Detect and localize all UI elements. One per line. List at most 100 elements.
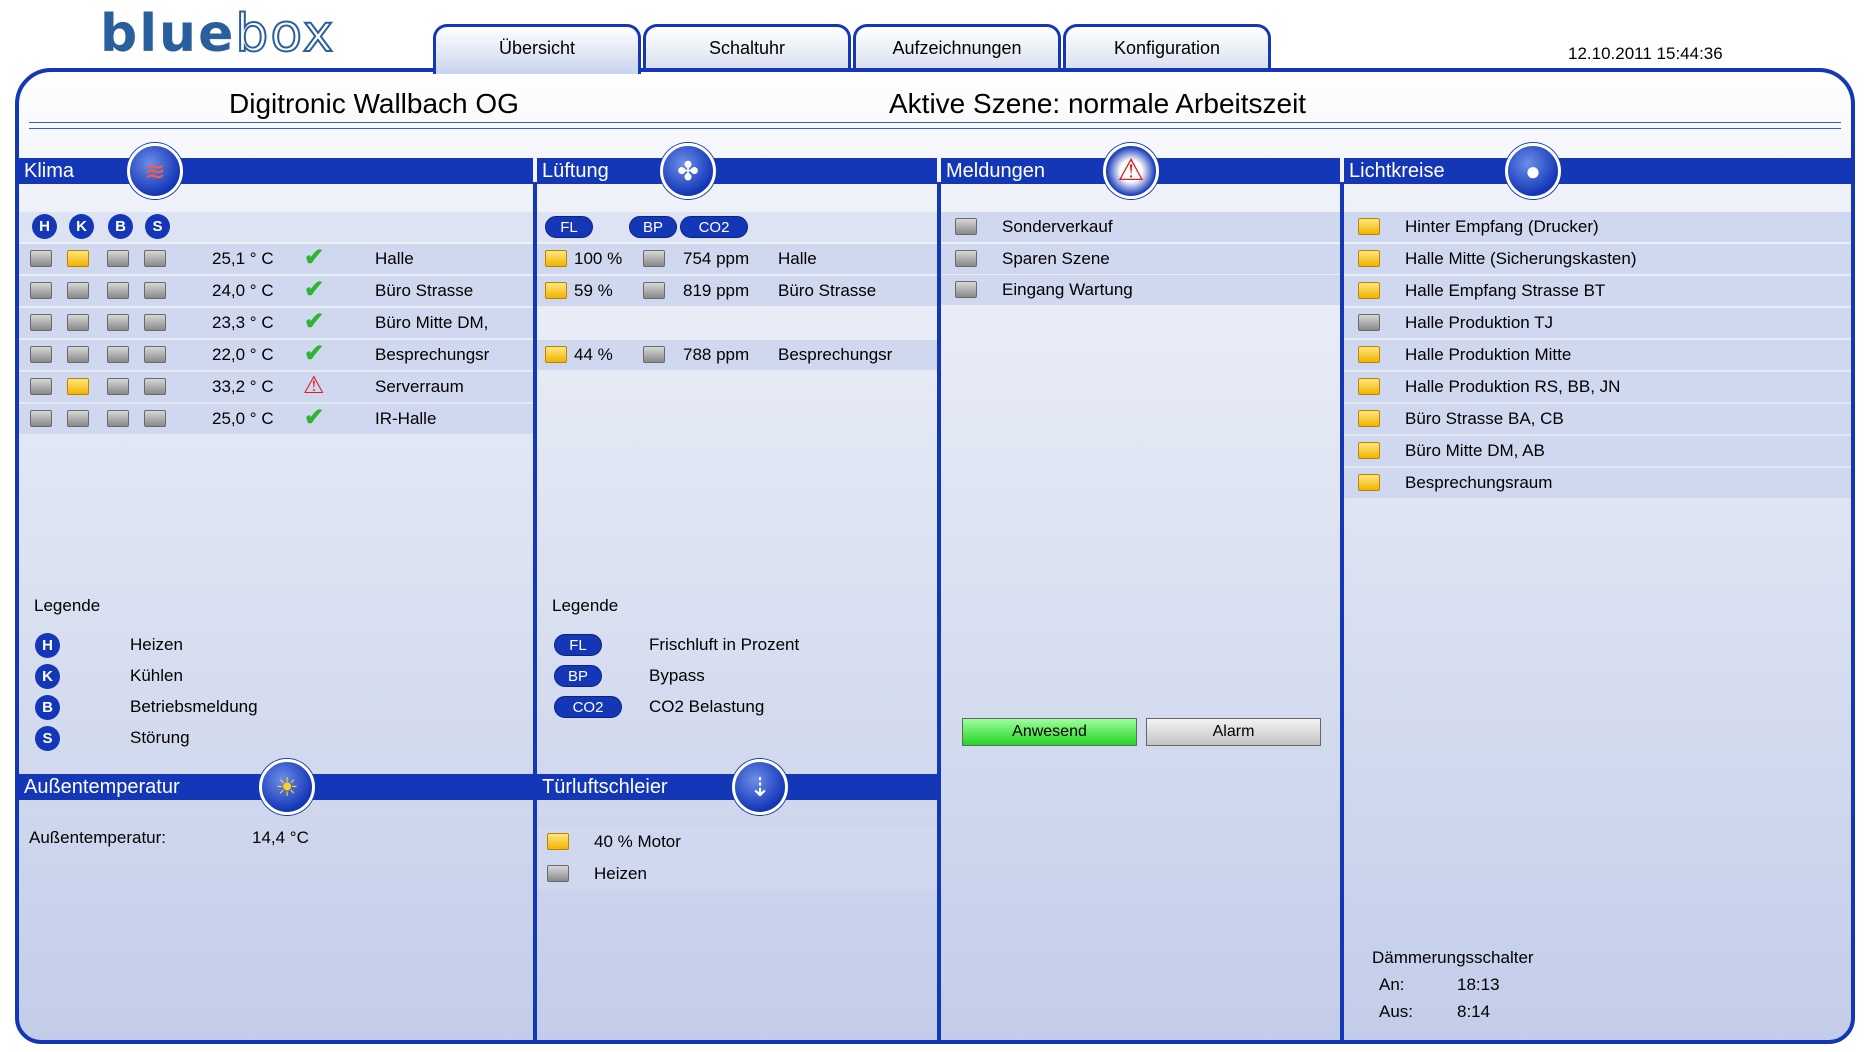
- tab-uebersicht[interactable]: Übersicht: [433, 24, 641, 74]
- klima-temp: 22,0 ° C: [212, 345, 274, 364]
- lichtkreis-label: Halle Produktion Mitte: [1405, 345, 1572, 364]
- badge-k: K: [69, 214, 94, 239]
- klima-temp: 24,0 ° C: [212, 281, 274, 300]
- klima-led: [107, 346, 129, 363]
- anwesend-button[interactable]: Anwesend: [962, 718, 1137, 746]
- tuer-led: [547, 833, 569, 850]
- lichtkreis-item[interactable]: Halle Produktion Mitte: [1344, 340, 1851, 370]
- tab-schaltuhr[interactable]: Schaltuhr: [643, 24, 851, 70]
- tuer-row: 40 % Motor: [537, 827, 937, 857]
- lichtkreis-item[interactable]: Hinter Empfang (Drucker): [1344, 212, 1851, 242]
- co2-value: 754 ppm: [683, 249, 750, 268]
- check-icon: ✔: [304, 276, 325, 303]
- lichtkreis-item[interactable]: Halle Mitte (Sicherungskasten): [1344, 244, 1851, 274]
- meldung-label: Eingang Wartung: [1002, 280, 1133, 299]
- lichtkreis-item[interactable]: Büro Mitte DM, AB: [1344, 436, 1851, 466]
- divider: [29, 122, 1841, 123]
- klima-led: [30, 410, 52, 427]
- klima-led: [107, 282, 129, 299]
- klima-led: [67, 410, 89, 427]
- check-icon: ✔: [304, 404, 325, 431]
- lichtkreise-header: Lichtkreise: [1344, 158, 1851, 184]
- klima-temp: 23,3 ° C: [212, 313, 274, 332]
- klima-led: [67, 346, 89, 363]
- active-scene: Aktive Szene: normale Arbeitszeit: [889, 88, 1307, 119]
- klima-led: [144, 346, 166, 363]
- tuer-label: 40 % Motor: [594, 832, 681, 851]
- aussen-value: 14,4 °C: [252, 828, 309, 847]
- badge-b: B: [108, 214, 133, 239]
- heat-waves-icon: ≋: [127, 143, 183, 199]
- klima-temp: 25,1 ° C: [212, 249, 274, 268]
- bp-led: [643, 346, 665, 363]
- daemmerung-an-label: An:: [1379, 975, 1405, 994]
- legend-text-stoerung: Störung: [130, 728, 190, 747]
- lueftung-legend-title: Legende: [552, 596, 619, 615]
- klima-legend-title: Legende: [34, 596, 101, 615]
- klima-led: [107, 250, 129, 267]
- light-bulb-icon: ●: [1505, 143, 1561, 199]
- fl-led: [545, 346, 567, 363]
- lichtkreis-item[interactable]: Büro Strasse BA, CB: [1344, 404, 1851, 434]
- badge-s: S: [145, 214, 170, 239]
- tab-konfiguration[interactable]: Konfiguration: [1063, 24, 1271, 70]
- lueftung-room: Besprechungsr: [778, 345, 893, 364]
- klima-room: Büro Mitte DM,: [375, 313, 489, 332]
- klima-row: 33,2 ° C ⚠ Serverraum: [19, 372, 533, 402]
- klima-temp: 33,2 ° C: [212, 377, 274, 396]
- klima-row: 23,3 ° C ✔ Büro Mitte DM,: [19, 308, 533, 338]
- warning-icon: ⚠: [303, 372, 325, 399]
- aussen-label: Außentemperatur:: [29, 828, 167, 847]
- meldung-item: Sonderverkauf: [941, 212, 1340, 242]
- daemmerung-aus-value: 8:14: [1457, 1002, 1491, 1021]
- lichtkreis-led: [1358, 474, 1380, 491]
- company-name: Digitronic Wallbach OG: [229, 88, 519, 119]
- lueftung-row: 44 % 788 ppm Besprechungsr: [537, 340, 937, 370]
- meldung-led: [955, 250, 977, 267]
- klima-room: Halle: [375, 249, 414, 268]
- lichtkreis-label: Halle Empfang Strasse BT: [1405, 281, 1606, 300]
- lichtkreis-item[interactable]: Halle Produktion RS, BB, JN: [1344, 372, 1851, 402]
- daemmerung-aus-label: Aus:: [1379, 1002, 1414, 1021]
- lichtkreis-label: Halle Mitte (Sicherungskasten): [1405, 249, 1637, 268]
- meldung-item: Sparen Szene: [941, 244, 1340, 274]
- lichtkreis-label: Halle Produktion RS, BB, JN: [1405, 377, 1621, 396]
- lichtkreis-item[interactable]: Besprechungsraum: [1344, 468, 1851, 498]
- klima-title: Klima: [24, 160, 75, 182]
- klima-row: 25,0 ° C ✔ IR-Halle: [19, 404, 533, 434]
- klima-led: [67, 314, 89, 331]
- lichtkreis-item[interactable]: Halle Empfang Strasse BT: [1344, 276, 1851, 306]
- fan-icon: ✤: [660, 143, 716, 199]
- title-bar: Digitronic Wallbach OG Aktive Szene: nor…: [19, 72, 1851, 132]
- fl-value: 100 %: [574, 249, 623, 268]
- badge-co2: CO2: [680, 216, 748, 238]
- klima-room: IR-Halle: [375, 409, 437, 428]
- klima-led: [30, 314, 52, 331]
- warning-triangle-icon: ⚠: [1103, 143, 1159, 199]
- legend-text-heizen: Heizen: [130, 635, 183, 654]
- lichtkreis-label: Hinter Empfang (Drucker): [1405, 217, 1599, 236]
- bp-led: [643, 250, 665, 267]
- alarm-button[interactable]: Alarm: [1146, 718, 1321, 746]
- klima-led: [144, 314, 166, 331]
- badge-bp: BP: [629, 216, 677, 238]
- daemmerung-title: Dämmerungsschalter: [1372, 948, 1534, 967]
- meldung-label: Sonderverkauf: [1002, 217, 1113, 236]
- klima-room: Besprechungsr: [375, 345, 490, 364]
- lueftung-room: Büro Strasse: [778, 281, 877, 300]
- klima-badge-row: H K B S: [19, 212, 533, 242]
- check-icon: ✔: [304, 308, 325, 335]
- klima-led: [30, 250, 52, 267]
- tab-aufzeichnungen[interactable]: Aufzeichnungen: [853, 24, 1061, 70]
- divider: [29, 128, 1841, 129]
- legend-text-co2: CO2 Belastung: [649, 697, 765, 716]
- tuer-title: Türluftschleier: [542, 776, 668, 798]
- column-divider: [533, 182, 537, 1040]
- main-panel: Digitronic Wallbach OG Aktive Szene: nor…: [15, 68, 1855, 1044]
- sun-icon: ☀: [259, 759, 315, 815]
- lichtkreis-item[interactable]: Halle Produktion TJ: [1344, 308, 1851, 338]
- daemmerung-an-value: 18:13: [1457, 975, 1500, 994]
- legend-badge-b: B: [35, 695, 60, 720]
- tuer-label: Heizen: [594, 864, 647, 883]
- bluebox-logo: bluebox: [100, 4, 336, 64]
